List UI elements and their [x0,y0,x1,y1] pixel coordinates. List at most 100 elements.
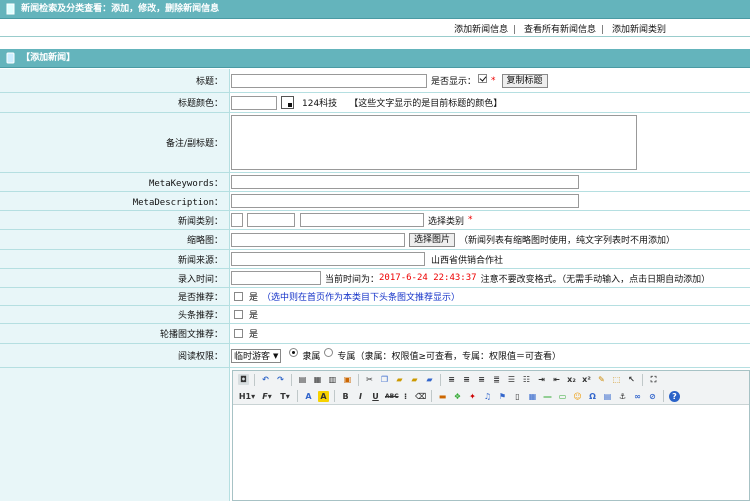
paste-text-icon[interactable]: ▰ [409,374,420,385]
justify-icon[interactable]: ≣ [491,374,502,385]
permission-label: 阅读权限： [0,344,230,367]
link-icon[interactable]: ∞ [632,391,643,402]
highlight-icon[interactable]: A [318,390,329,402]
row-meta-description: MetaDescription： [0,192,750,211]
source-input[interactable] [231,252,425,266]
row-permission: 阅读权限： 临时游客 ▼ 隶属 专属 （隶属：权限值≥可查看，专属：权限值＝可查看… [0,344,750,368]
table-icon[interactable]: ▦ [527,391,538,402]
date-icon[interactable]: ▤ [602,391,613,402]
current-time-value: 2017-6-24 22:43:37 [379,273,477,283]
thumbnail-label: 缩略图： [0,230,230,249]
permission-select[interactable]: 临时游客 ▼ [231,348,282,363]
template-icon[interactable]: ▥ [327,374,338,385]
preview-icon[interactable]: ▤ [297,374,308,385]
copy-title-button[interactable]: 复制标题 [501,73,548,88]
emoticon-icon[interactable]: ☺ [572,391,583,402]
headline-checkbox[interactable] [234,310,243,319]
undo-icon[interactable]: ↶ [260,374,271,385]
color-picker-button[interactable] [281,96,294,109]
row-recommend: 是否推荐： 是 （选中则在首页作为本类目下头条图文推荐显示） [0,288,750,306]
category-name-input[interactable] [300,213,424,227]
title-color-input[interactable] [231,95,277,110]
clear-format-icon[interactable]: ✎ [596,374,607,385]
line-height-icon[interactable]: ⁝ [400,391,411,402]
outdent-icon[interactable]: ⇤ [551,374,562,385]
cut-icon[interactable]: ✂ [364,374,375,385]
editor-content-area[interactable] [233,406,749,500]
superscript-icon[interactable]: x² [581,374,592,385]
paste-icon[interactable]: ▰ [394,374,405,385]
underline-icon[interactable]: U [370,391,381,402]
media-icon[interactable]: ♫ [482,391,493,402]
font-select[interactable]: F▾ [260,391,274,402]
bold-icon[interactable]: B [340,391,351,402]
carousel-label: 轮播图文推荐： [0,324,230,343]
map-icon[interactable]: ⚑ [497,391,508,402]
meta-description-label: MetaDescription： [0,192,230,210]
align-left-icon[interactable]: ≡ [446,374,457,385]
radio-exclusive[interactable] [324,348,334,357]
select-category-link[interactable]: 选择类别 [428,214,464,227]
category-label: 新闻类别： [0,211,230,229]
attachment-icon[interactable]: ▯ [512,391,523,402]
align-center-icon[interactable]: ≡ [461,374,472,385]
recommend-checkbox[interactable] [234,292,243,301]
section-title: 【添加新闻】 [21,53,76,63]
category-id-input[interactable] [231,213,243,227]
special-char-icon[interactable]: Ω [587,391,598,402]
anchor-icon[interactable]: ⚓ [617,391,628,402]
rich-text-editor[interactable]: ◘ ↶ ↷ ▤ ▦ ▥ ▣ ✂ ❐ ▰ ▰ ▰ ≡ ≡ ≡ ≣ ☰ ☷ ⇥ ⇤ … [232,370,750,501]
copy-icon[interactable]: ❐ [379,374,390,385]
source-icon[interactable]: ◘ [238,374,249,385]
redo-icon[interactable]: ↷ [275,374,286,385]
ordered-list-icon[interactable]: ☰ [506,374,517,385]
row-title-color: 标题颜色： 124科技 【这些文字显示的是目前标题的颜色】 [0,93,750,113]
meta-keywords-label: MetaKeywords： [0,173,230,191]
hr-icon[interactable]: ― [542,391,553,402]
thumbnail-input[interactable] [231,232,405,247]
title-input[interactable] [231,73,427,88]
row-source: 新闻来源： 山西省供销合作社 [0,250,750,269]
current-time-prefix: 当前时间为： [325,274,380,285]
print-icon[interactable]: ▦ [312,374,323,385]
strikethrough-icon[interactable]: ABC [385,391,399,402]
code-icon[interactable]: ▣ [342,374,353,385]
select-image-button[interactable]: 选择图片 [409,232,456,247]
unlink-icon[interactable]: ⊘ [647,391,658,402]
flash-icon[interactable]: ✦ [467,391,478,402]
italic-icon[interactable]: I [355,391,366,402]
category-code-input[interactable] [247,213,295,227]
color-hint: 【这些文字显示的是目前标题的颜色】 [349,99,503,109]
recommend-hint: （选中则在首页作为本类目下头条图文推荐显示） [262,293,461,303]
cursor-icon[interactable]: ↖ [626,374,637,385]
align-right-icon[interactable]: ≡ [476,374,487,385]
link-add-news[interactable]: 添加新闻信息 [454,25,508,35]
show-label: 是否显示： [431,77,477,87]
subscript-icon[interactable]: x₂ [566,374,577,385]
select-all-icon[interactable]: ⬚ [611,374,622,385]
thumbnail-hint: （新闻列表有缩略图时使用，纯文字列表时不用添加） [459,236,676,246]
subtitle-textarea[interactable] [231,115,637,170]
link-add-category[interactable]: 添加新闻类别 [612,25,666,35]
fullscreen-icon[interactable]: ⛶ [648,374,659,385]
font-size-select[interactable]: T▾ [278,391,292,402]
paste-word-icon[interactable]: ▰ [424,374,435,385]
heading-select[interactable]: H1▾ [238,391,256,402]
radio-exclusive-label: 专属 [337,352,356,362]
carousel-checkbox[interactable] [234,329,243,338]
link-view-all-news[interactable]: 查看所有新闻信息 [524,25,596,35]
radio-subordinate[interactable] [289,348,299,357]
multi-image-icon[interactable]: ❖ [452,391,463,402]
page-break-icon[interactable]: ▭ [557,391,568,402]
meta-description-input[interactable] [231,194,579,208]
eraser-icon[interactable]: ⌫ [415,391,426,402]
unordered-list-icon[interactable]: ☷ [521,374,532,385]
indent-icon[interactable]: ⇥ [536,374,547,385]
entry-time-hint: 注意不要改变格式。（无需手动输入，点击日期自动添加） [480,274,711,285]
font-color-icon[interactable]: A [303,391,314,402]
image-icon[interactable]: ▬ [437,391,448,402]
meta-keywords-input[interactable] [231,175,579,189]
show-checkbox[interactable] [478,74,488,83]
entry-time-input[interactable] [231,271,321,285]
help-icon[interactable]: ? [669,390,680,402]
